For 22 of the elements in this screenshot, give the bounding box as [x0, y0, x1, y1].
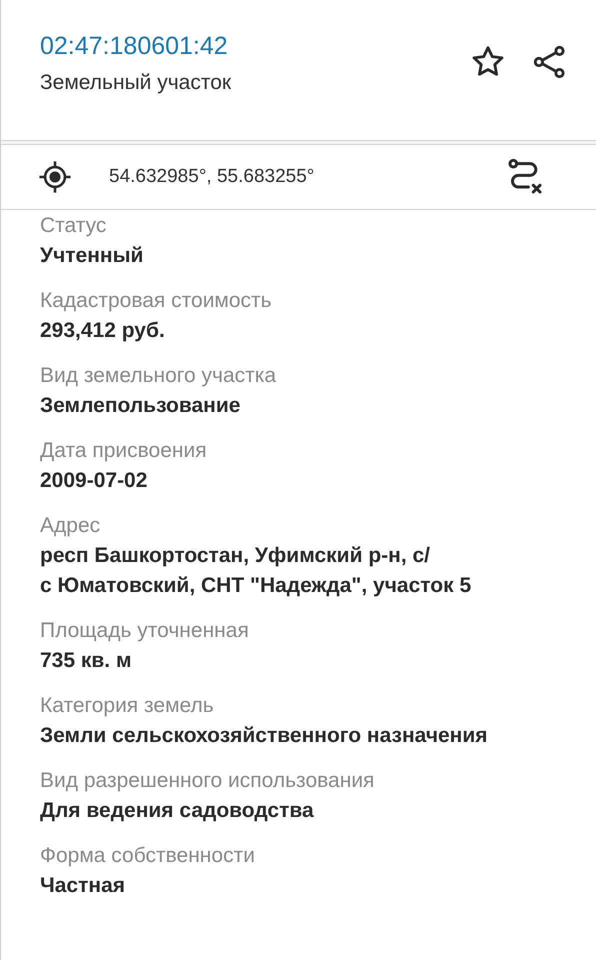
field-label: Вид земельного участка — [40, 363, 278, 389]
field-value: 735 кв. м — [40, 648, 132, 674]
field-value: 293,412 руб. — [40, 318, 166, 344]
field-value: Учтенный — [40, 243, 144, 269]
cadastral-number: 02:47:180601:42 — [40, 31, 229, 62]
field-value: Земли сельскохозяйственного назначения — [40, 723, 489, 749]
field-label: Форма собственности — [40, 843, 256, 869]
field-value: 2009-07-02 — [40, 468, 148, 494]
object-type: Земельный участок — [40, 70, 232, 96]
field-value: Частная — [40, 873, 126, 899]
field-label: Дата присвоения — [40, 438, 208, 464]
coordinates-text: 54.632985°, 55.683255° — [109, 164, 314, 189]
field-label: Вид разрешенного использования — [40, 768, 376, 794]
location-target-icon[interactable] — [37, 159, 73, 195]
field-value: респ Башкортостан, Уфимский р-н, с/ с Юматовский, СНТ "Надежда", участок 5 — [40, 543, 472, 599]
field-value: Для ведения садоводства — [40, 798, 315, 824]
field-label: Площадь уточненная — [40, 618, 250, 644]
field-label: Кадастровая стоимость — [40, 288, 273, 314]
field-label: Статус — [40, 213, 108, 239]
field-label: Категория земель — [40, 693, 215, 719]
field-value: Землепользование — [40, 393, 242, 419]
field-label: Адрес — [40, 513, 102, 539]
